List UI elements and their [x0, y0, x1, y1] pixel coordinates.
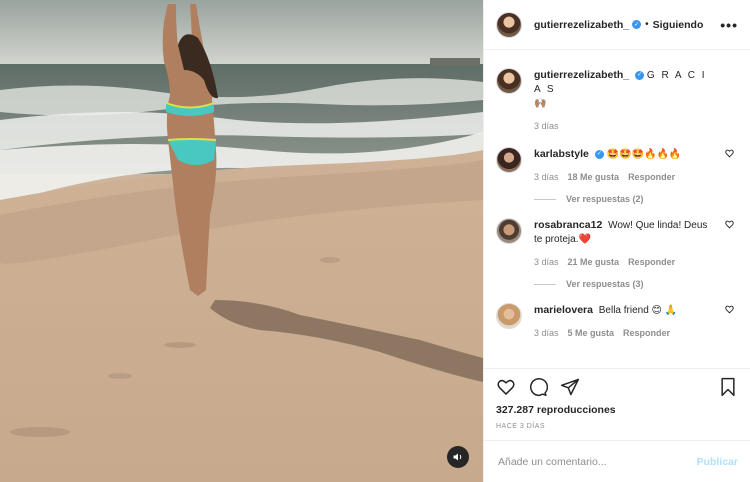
comments-list[interactable]: gutierrezelizabeth_ ✓ G R A C I A S 🙌🏽 3 …	[484, 50, 750, 368]
comment-username[interactable]: marielovera	[534, 304, 593, 316]
view-replies-label: Ver respuestas (2)	[566, 194, 644, 204]
caption-age[interactable]: 3 días	[534, 119, 559, 133]
caption-emoji: 🙌🏽	[534, 98, 547, 109]
caption: gutierrezelizabeth_ ✓ G R A C I A S 🙌🏽 3 …	[496, 68, 738, 133]
reply-button[interactable]: Responder	[623, 326, 670, 340]
comment-username[interactable]: karlabstyle	[534, 148, 589, 160]
view-replies-label: Ver respuestas (3)	[566, 279, 644, 289]
comment-username[interactable]: rosabranca12	[534, 219, 602, 231]
share-paper-plane-icon[interactable]	[560, 377, 580, 397]
comment-text: 🤩🤩🤩🔥🔥🔥	[606, 149, 682, 160]
like-comment-heart-icon[interactable]	[725, 305, 734, 314]
more-options-icon[interactable]: •••	[720, 17, 738, 33]
commenter-avatar[interactable]	[496, 147, 522, 173]
comment-item: karlabstyle ✓ 🤩🤩🤩🔥🔥🔥 3 días 18 Me gusta R…	[496, 147, 738, 184]
author-username[interactable]: gutierrezelizabeth_	[534, 19, 629, 31]
add-comment-bar: Añade un comentario... Publicar	[484, 440, 750, 482]
author-avatar[interactable]	[496, 11, 522, 38]
comment-input[interactable]: Añade un comentario...	[498, 456, 607, 468]
like-comment-heart-icon[interactable]	[725, 220, 734, 229]
comment-bubble-icon[interactable]	[528, 377, 548, 397]
speaker-icon	[453, 453, 462, 461]
caption-username[interactable]: gutierrezelizabeth_	[534, 69, 629, 81]
separator-dot: •	[645, 19, 649, 30]
comment-likes[interactable]: 18 Me gusta	[568, 170, 620, 184]
verified-badge-icon: ✓	[594, 149, 604, 159]
reply-button[interactable]: Responder	[628, 255, 675, 269]
post-dialog: gutierrezelizabeth_ ✓ • Siguiendo ••• gu…	[0, 0, 750, 482]
author-avatar[interactable]	[496, 68, 522, 94]
reply-button[interactable]: Responder	[628, 170, 675, 184]
audio-toggle-button[interactable]	[447, 446, 469, 468]
verified-badge-icon: ✓	[632, 20, 642, 29]
view-count[interactable]: 327.287 reproducciones	[484, 404, 750, 416]
post-sidebar: gutierrezelizabeth_ ✓ • Siguiendo ••• gu…	[483, 0, 750, 482]
comment-age[interactable]: 3 días	[534, 255, 559, 269]
like-heart-icon[interactable]	[496, 377, 516, 397]
comment-likes[interactable]: 21 Me gusta	[568, 255, 620, 269]
commenter-avatar[interactable]	[496, 303, 522, 329]
beach-video-frame	[0, 0, 483, 482]
post-age[interactable]: HACE 3 DÍAS	[484, 416, 750, 440]
commenter-avatar[interactable]	[496, 218, 522, 244]
publish-button[interactable]: Publicar	[697, 456, 738, 468]
like-comment-heart-icon[interactable]	[725, 149, 734, 158]
view-replies-button[interactable]: Ver respuestas (2)	[534, 194, 738, 204]
post-header: gutierrezelizabeth_ ✓ • Siguiendo •••	[484, 0, 750, 50]
post-video[interactable]	[0, 0, 483, 482]
save-bookmark-icon[interactable]	[718, 377, 738, 397]
following-button[interactable]: Siguiendo	[653, 19, 704, 31]
comment-text: Bella friend 😊 🙏	[598, 305, 678, 316]
verified-badge-icon: ✓	[635, 70, 645, 80]
view-replies-button[interactable]: Ver respuestas (3)	[534, 279, 738, 289]
comment-item: rosabranca12 Wow! Que linda! Deus te pro…	[496, 218, 738, 269]
comment-age[interactable]: 3 días	[534, 170, 559, 184]
action-bar	[484, 368, 750, 404]
comment-likes[interactable]: 5 Me gusta	[568, 326, 615, 340]
comment-item: marielovera Bella friend 😊 🙏 3 días 5 Me…	[496, 303, 738, 340]
comment-age[interactable]: 3 días	[534, 326, 559, 340]
